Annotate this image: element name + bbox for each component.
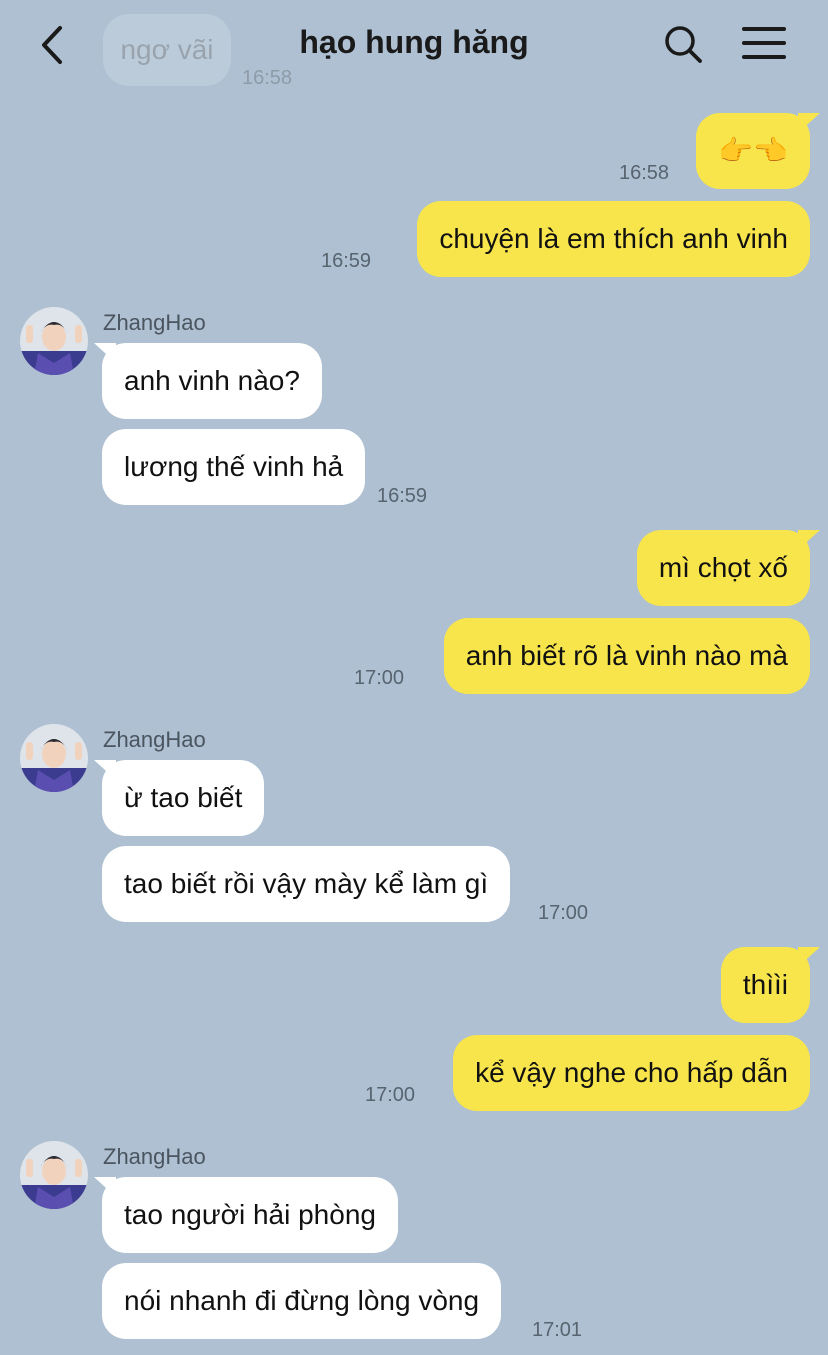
search-icon <box>665 26 702 63</box>
outgoing-message-bubble[interactable]: thììi <box>720 947 810 1023</box>
message-time: 17:00 <box>354 667 405 689</box>
sender-avatar[interactable] <box>20 1141 88 1209</box>
message-time: 16:59 <box>321 250 372 272</box>
search-button[interactable] <box>658 20 708 70</box>
incoming-message-bubble[interactable]: anh vinh nào? <box>102 343 322 419</box>
sender-name: ZhangHao <box>103 727 206 752</box>
sender-name: ZhangHao <box>103 310 206 335</box>
menu-button[interactable] <box>739 20 789 70</box>
message-time: 16:59 <box>377 485 428 507</box>
menu-icon <box>742 27 786 59</box>
sender-avatar[interactable] <box>20 724 88 792</box>
outgoing-message-bubble[interactable]: 👉👈 <box>696 113 810 189</box>
outgoing-message-bubble[interactable]: mì chọt xố <box>636 530 810 606</box>
scrolled-message-time: 16:58 <box>242 67 293 89</box>
message-time: 17:01 <box>532 1319 583 1341</box>
outgoing-message-bubble[interactable]: anh biết rõ là vinh nào mà <box>443 618 810 694</box>
incoming-message-bubble[interactable]: lương thế vinh hả <box>102 429 366 505</box>
chat-header: ngơ vãi 16:58 hạo hung hăng <box>0 0 828 89</box>
outgoing-message-bubble[interactable]: kể vậy nghe cho hấp dẫn <box>453 1035 810 1111</box>
sender-name: ZhangHao <box>103 1144 206 1169</box>
outgoing-message-bubble[interactable]: chuyện là em thích anh vinh <box>417 201 810 277</box>
message-time: 17:00 <box>365 1084 416 1106</box>
sender-avatar[interactable] <box>20 307 88 375</box>
message-time: 17:00 <box>538 902 589 924</box>
incoming-message-bubble[interactable]: tao biết rồi vậy mày kể làm gì <box>102 846 511 922</box>
incoming-message-bubble[interactable]: tao người hải phòng <box>102 1177 398 1253</box>
incoming-message-bubble[interactable]: nói nhanh đi đừng lòng vòng <box>102 1263 502 1339</box>
incoming-message-bubble[interactable]: ừ tao biết <box>102 760 265 836</box>
message-time: 16:58 <box>619 162 670 184</box>
